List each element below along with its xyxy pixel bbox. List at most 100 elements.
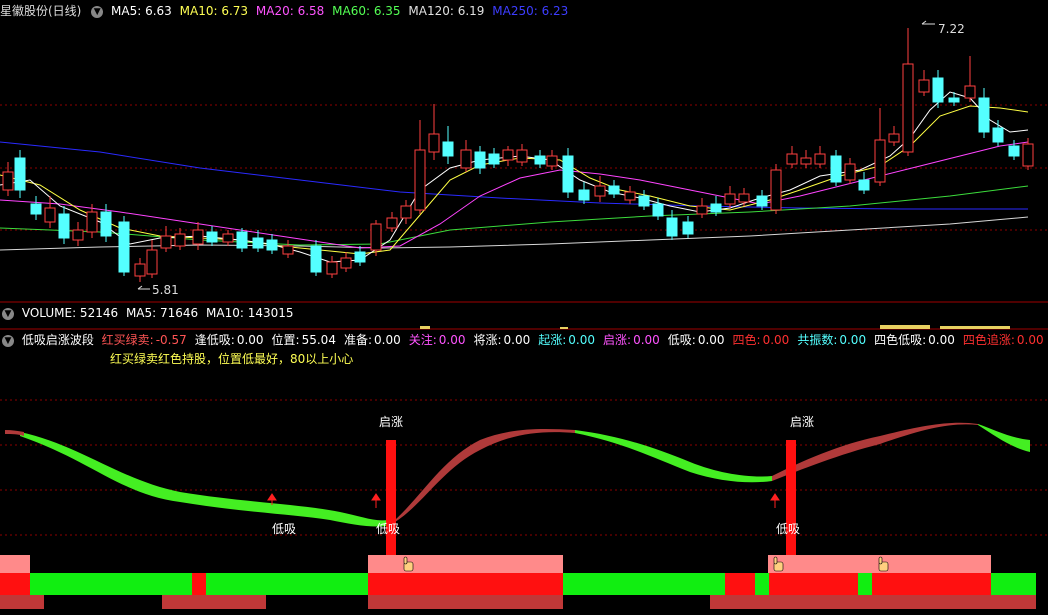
- candle-body: [118, 221, 130, 273]
- candle-body: [964, 85, 976, 99]
- candle-body: [814, 153, 826, 165]
- candle-body: [918, 79, 930, 93]
- candle-body: [624, 191, 636, 201]
- candle-body: [146, 249, 158, 275]
- arrow-up-icon: [371, 493, 381, 508]
- candle-body: [608, 185, 620, 195]
- candle-body: [442, 141, 454, 157]
- dixi-label: 低吸: [776, 522, 800, 536]
- candle-body: [770, 169, 782, 211]
- candle-body: [738, 193, 750, 203]
- candle-body: [858, 179, 870, 191]
- candle-body: [888, 133, 900, 143]
- qizhang-label: 启涨: [379, 414, 403, 429]
- candle-body: [696, 205, 708, 215]
- candle-body: [830, 155, 842, 183]
- candle-body: [44, 207, 56, 223]
- candle-body: [516, 149, 528, 163]
- candle-body: [72, 229, 84, 241]
- band-row-pink: [0, 555, 991, 573]
- candle-body: [594, 185, 606, 197]
- candle-body: [800, 157, 812, 165]
- wave-ribbon-green-2: [575, 430, 772, 483]
- candle-body: [844, 163, 856, 181]
- arrow-up-icon: [770, 493, 780, 508]
- candlestick-series: [2, 28, 1034, 282]
- candle-body: [474, 151, 486, 169]
- ma60-line: [0, 185, 1029, 246]
- candle-body: [1022, 143, 1034, 167]
- chart-canvas[interactable]: 7.22 5.81 启涨 启涨 低吸 低吸 低吸: [0, 0, 1048, 615]
- candle-body: [638, 195, 650, 207]
- candle-body: [786, 153, 798, 165]
- candle-body: [340, 257, 352, 269]
- low-price-label: 5.81: [152, 283, 179, 297]
- dixi-label: 低吸: [376, 522, 400, 536]
- candle-body: [174, 233, 186, 247]
- wave-ribbon-brown: [388, 429, 575, 526]
- candle-body: [354, 251, 366, 263]
- candle-body: [30, 203, 42, 215]
- candle-body: [266, 239, 278, 251]
- candle-body: [400, 205, 412, 219]
- candle-body: [992, 127, 1004, 143]
- candle-body: [724, 193, 736, 205]
- ma20-line: [0, 141, 1029, 249]
- candle-body: [902, 63, 914, 153]
- candle-body: [666, 217, 678, 237]
- band-row-main: [0, 573, 1036, 595]
- candle-body: [14, 157, 26, 191]
- low-marker: 5.81: [137, 283, 179, 297]
- candle-body: [192, 229, 204, 245]
- candle-body: [1008, 145, 1020, 157]
- high-price-label: 7.22: [938, 22, 965, 36]
- candle-body: [978, 97, 990, 133]
- candle-body: [386, 217, 398, 229]
- candle-body: [948, 97, 960, 103]
- candle-body: [534, 155, 546, 165]
- candle-body: [2, 171, 14, 191]
- qizhang-signal-bar: [786, 440, 796, 555]
- wave-ribbon-green: [20, 432, 388, 527]
- wave-ribbon-green-3: [978, 424, 1030, 452]
- dixi-label: 低吸: [272, 522, 296, 536]
- candle-body: [236, 231, 248, 249]
- candle-body: [578, 189, 590, 201]
- candle-body: [652, 203, 664, 217]
- candle-body: [370, 223, 382, 251]
- candle-body: [86, 211, 98, 233]
- band-row-dark: [0, 595, 1036, 609]
- candle-body: [252, 237, 264, 249]
- ma120-line: [0, 216, 1029, 251]
- candle-body: [58, 213, 70, 239]
- candle-body: [282, 245, 294, 255]
- candle-body: [460, 149, 472, 169]
- candle-body: [488, 153, 500, 165]
- candle-body: [326, 261, 338, 275]
- ma10-line: [0, 105, 1029, 255]
- candle-body: [310, 245, 322, 273]
- qizhang-signal-bar: [386, 440, 396, 555]
- candle-body: [502, 149, 514, 161]
- high-marker: 7.22: [921, 20, 965, 36]
- candle-body: [160, 235, 172, 249]
- candle-body: [546, 155, 558, 167]
- candle-body: [414, 149, 426, 211]
- qizhang-label: 启涨: [790, 414, 814, 429]
- candle-body: [756, 195, 768, 207]
- grid-lines: [0, 104, 1048, 536]
- candle-body: [222, 233, 234, 243]
- candle-body: [932, 77, 944, 103]
- candle-body: [562, 155, 574, 193]
- wave-ribbon-start: [5, 430, 24, 436]
- candle-body: [428, 133, 440, 153]
- candle-body: [206, 231, 218, 243]
- ma250-line: [0, 141, 1028, 210]
- volume-bars: [420, 325, 1010, 329]
- wave-ribbon-brown-2: [772, 422, 978, 481]
- candle-body: [682, 221, 694, 235]
- candle-body: [710, 203, 722, 213]
- candle-body: [874, 139, 886, 183]
- candle-body: [100, 211, 112, 237]
- candle-body: [134, 263, 146, 277]
